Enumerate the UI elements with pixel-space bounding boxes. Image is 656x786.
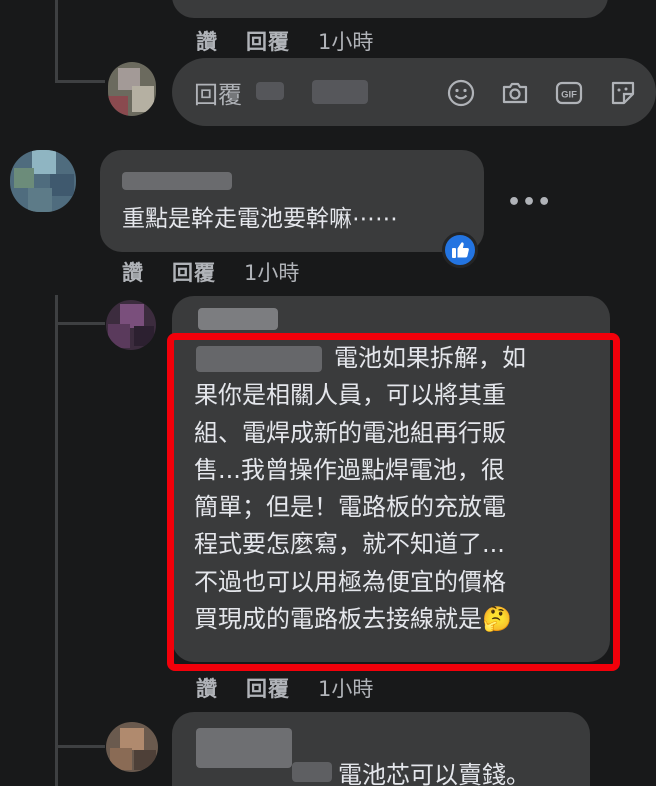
timestamp[interactable]: 1小時 xyxy=(318,26,373,56)
reply-link[interactable]: 回覆 xyxy=(172,257,216,287)
avatar[interactable] xyxy=(10,150,76,212)
reply-link[interactable]: 回覆 xyxy=(246,673,290,703)
like-link[interactable]: 讚 xyxy=(122,257,144,287)
avatar[interactable] xyxy=(106,300,156,350)
comment-bubble-top xyxy=(172,0,608,18)
svg-text:GIF: GIF xyxy=(561,90,577,101)
comment-actions-top: 讚 回覆 1小時 xyxy=(196,26,373,56)
blurred-author-name[interactable] xyxy=(196,728,292,768)
comment-actions: 讚 回覆 1小時 xyxy=(122,257,299,287)
comment-text: 重點是幹走電池要幹嘛⋯⋯ xyxy=(122,206,398,232)
blurred-mention xyxy=(312,80,368,104)
blurred-author-name[interactable] xyxy=(122,172,232,190)
more-options-icon[interactable]: ••• xyxy=(507,190,552,215)
blurred-mention[interactable] xyxy=(292,762,332,782)
emoji-icon[interactable] xyxy=(446,78,476,108)
like-reaction-icon[interactable] xyxy=(442,232,478,268)
blurred-author-name[interactable] xyxy=(198,308,278,330)
camera-icon[interactable] xyxy=(500,78,530,108)
avatar[interactable] xyxy=(106,722,158,772)
timestamp[interactable]: 1小時 xyxy=(318,673,373,703)
thread-line-reply2-curve xyxy=(55,745,105,748)
highlight-box xyxy=(167,333,620,671)
avatar[interactable] xyxy=(108,62,156,116)
reply-text: 電池芯可以賣錢。 xyxy=(338,761,530,786)
comment-actions: 讚 回覆 1小時 xyxy=(196,673,373,703)
thread-line-top-curve xyxy=(55,80,105,83)
reply-link[interactable]: 回覆 xyxy=(246,26,290,56)
thread-line-top xyxy=(55,0,58,82)
sticker-icon[interactable] xyxy=(608,78,638,108)
comment-bubble xyxy=(100,150,484,252)
like-link[interactable]: 讚 xyxy=(196,26,218,56)
gif-icon[interactable]: GIF xyxy=(554,78,584,108)
blurred-mention xyxy=(256,82,284,100)
thread-line-replies xyxy=(55,295,58,786)
thread-line-reply1-curve xyxy=(55,322,105,325)
reply-placeholder: 回覆 xyxy=(194,81,242,109)
like-link[interactable]: 讚 xyxy=(196,673,218,703)
timestamp[interactable]: 1小時 xyxy=(244,257,299,287)
